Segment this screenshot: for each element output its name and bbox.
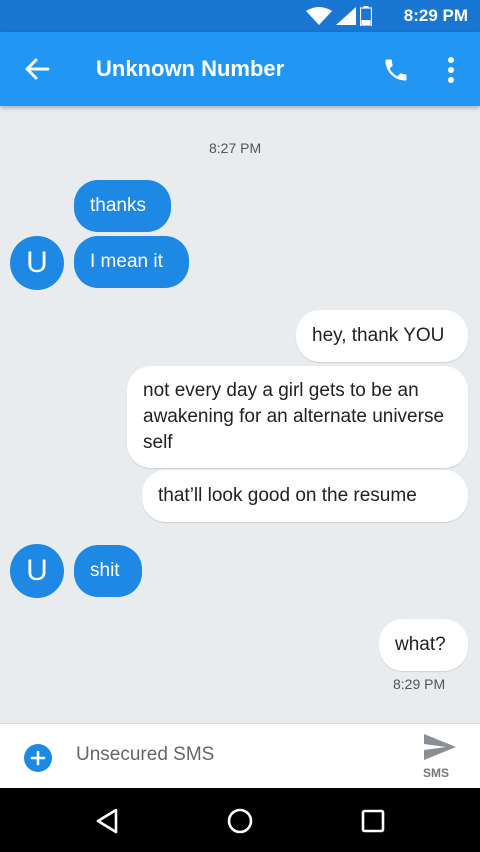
composer: Unsecured SMS SMS [0,723,480,789]
conversation-title: Unknown Number [96,56,285,81]
avatar[interactable]: U [10,236,64,290]
battery-icon [360,6,372,26]
message-incoming[interactable]: shit [74,545,142,597]
timestamp-top: 8:27 PM [209,140,262,156]
more-vert-icon[interactable] [444,56,458,84]
message-input[interactable]: Unsecured SMS [76,744,214,766]
message-thread[interactable]: 8:27 PM thanks U I mean it hey, thank YO… [0,106,480,723]
status-time: 8:29 PM [403,6,468,25]
attach-button[interactable] [24,744,52,772]
phone-icon[interactable] [382,56,410,84]
message-incoming[interactable]: I mean it [74,236,189,288]
message-outgoing[interactable]: what? [379,619,468,671]
plus-icon [30,750,46,766]
signal-icon [336,7,356,25]
wifi-icon [306,7,332,25]
nav-bar [0,788,480,852]
message-outgoing[interactable]: not every day a girl gets to be an awake… [127,366,468,468]
message-outgoing[interactable]: that’ll look good on the resume [142,470,468,522]
app-bar: Unknown Number [0,32,480,106]
status-bar: 8:29 PM [0,0,480,32]
arrow-left-icon[interactable] [24,57,50,81]
timestamp-bottom: 8:29 PM [393,676,446,692]
status-icons [306,6,372,26]
message-outgoing[interactable]: hey, thank YOU [296,310,468,362]
back-triangle-icon[interactable] [92,806,122,836]
home-circle-icon[interactable] [225,806,255,836]
send-label[interactable]: SMS [423,766,449,780]
send-icon[interactable] [422,732,458,762]
message-incoming[interactable]: thanks [74,180,171,232]
recents-square-icon[interactable] [358,806,388,836]
avatar[interactable]: U [10,544,64,598]
